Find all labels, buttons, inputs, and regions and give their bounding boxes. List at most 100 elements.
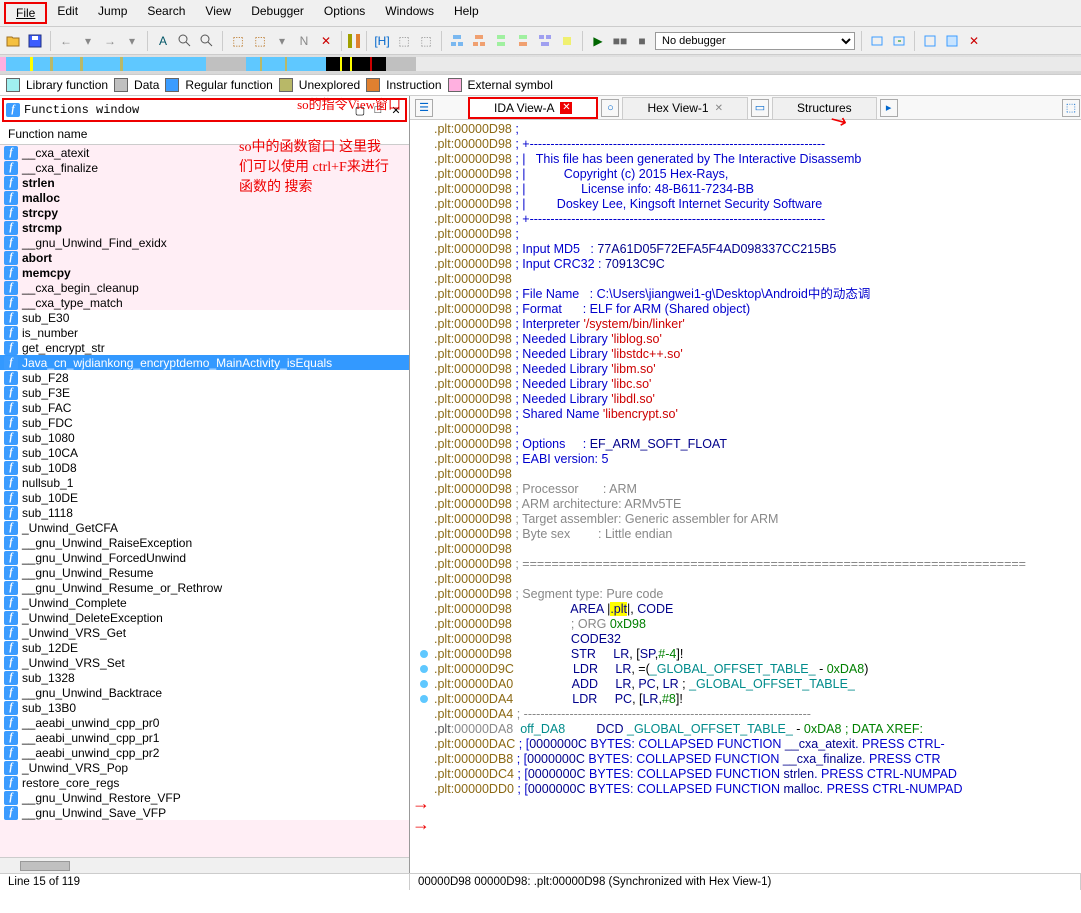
function-row[interactable]: fsub_13B0 (0, 700, 409, 715)
menu-jump[interactable]: Jump (88, 2, 137, 24)
back-drop-button[interactable]: ▾ (79, 32, 97, 50)
graph5-icon[interactable] (536, 32, 554, 50)
window2-icon[interactable] (943, 32, 961, 50)
disasm-line[interactable]: .plt:00000D98 ; (414, 122, 1077, 137)
pause-button[interactable]: ■■ (611, 32, 629, 50)
disasm-line[interactable]: .plt:00000D98 ; | Doskey Lee, Kingsoft I… (414, 197, 1077, 212)
tab-struct-icon[interactable]: ▭ (751, 99, 769, 117)
disasm-line[interactable]: .plt:00000DAC ; [0000000C BYTES: COLLAPS… (414, 737, 1077, 752)
disasm-line[interactable]: .plt:00000D98 ; (414, 227, 1077, 242)
disasm-line[interactable]: .plt:00000D98 ; Needed Library 'liblog.s… (414, 332, 1077, 347)
function-row[interactable]: fstrcmp (0, 220, 409, 235)
disasm-line[interactable]: .plt:00000DA0 ADD LR, PC, LR ; _GLOBAL_O… (414, 677, 1077, 692)
function-row[interactable]: f__gnu_Unwind_RaiseException (0, 535, 409, 550)
function-row[interactable]: f__cxa_begin_cleanup (0, 280, 409, 295)
cross-icon[interactable]: ✕ (317, 32, 335, 50)
disasm-line[interactable]: .plt:00000D98 ; Input CRC32 : 70913C9C (414, 257, 1077, 272)
function-row[interactable]: f__cxa_finalize (0, 160, 409, 175)
function-row[interactable]: f__aeabi_unwind_cpp_pr1 (0, 730, 409, 745)
function-row[interactable]: fsub_10DE (0, 490, 409, 505)
disasm-line[interactable]: .plt:00000D98 ; Needed Library 'libm.so' (414, 362, 1077, 377)
function-row[interactable]: f__gnu_Unwind_ForcedUnwind (0, 550, 409, 565)
disasm-line[interactable]: .plt:00000D98 ; Processor : ARM (414, 482, 1077, 497)
function-row[interactable]: f_Unwind_VRS_Pop (0, 760, 409, 775)
step2-icon[interactable] (890, 32, 908, 50)
disasm-line[interactable]: .plt:00000D98 ; +-----------------------… (414, 137, 1077, 152)
disasm-line[interactable]: .plt:00000D98 ; | This file has been gen… (414, 152, 1077, 167)
dropdown-button[interactable]: ▾ (273, 32, 291, 50)
minimize-button[interactable]: ▢ (353, 103, 367, 117)
close-icon[interactable]: ✕ (560, 102, 572, 114)
function-name-column[interactable]: Function name (0, 124, 409, 145)
function-row[interactable]: f__gnu_Unwind_Save_VFP (0, 805, 409, 820)
disasm-line[interactable]: .plt:00000D98 ; File Name : C:\Users\jia… (414, 287, 1077, 302)
disasm-line[interactable]: .plt:00000D98 ; Interpreter '/system/bin… (414, 317, 1077, 332)
disasm-line[interactable]: .plt:00000D98 ; +-----------------------… (414, 212, 1077, 227)
function-row[interactable]: f_Unwind_GetCFA (0, 520, 409, 535)
disasm-line[interactable]: .plt:00000D98 AREA |.plt|, CODE (414, 602, 1077, 617)
disasm-line[interactable]: .plt:00000DD0 ; [0000000C BYTES: COLLAPS… (414, 782, 1077, 797)
function-row[interactable]: f__gnu_Unwind_Restore_VFP (0, 790, 409, 805)
segment-icon[interactable]: N (295, 32, 313, 50)
code-button[interactable]: ⬚ (229, 32, 247, 50)
tab-structures[interactable]: Structures (772, 97, 877, 119)
menu-search[interactable]: Search (137, 2, 195, 24)
close-icon[interactable]: ✕ (715, 103, 723, 114)
maximize-button[interactable]: □ (371, 103, 385, 117)
function-row[interactable]: fsub_1118 (0, 505, 409, 520)
disasm-line[interactable]: .plt:00000DB8 ; [0000000C BYTES: COLLAPS… (414, 752, 1077, 767)
function-row[interactable]: fsub_F3E (0, 385, 409, 400)
disasm-line[interactable]: .plt:00000D98 ; Input MD5 : 77A61D05F72E… (414, 242, 1077, 257)
function-row[interactable]: fmalloc (0, 190, 409, 205)
step1-icon[interactable] (868, 32, 886, 50)
disasm-line[interactable]: .plt:00000D98 (414, 467, 1077, 482)
disasm-line[interactable]: .plt:00000D98 ; Format : ELF for ARM (Sh… (414, 302, 1077, 317)
tab-ida-view[interactable]: IDA View-A✕ (468, 97, 598, 119)
function-row[interactable]: f__aeabi_unwind_cpp_pr2 (0, 745, 409, 760)
tab-hex-icon[interactable]: ○ (601, 99, 619, 117)
function-row[interactable]: f_Unwind_DeleteException (0, 610, 409, 625)
navigation-bar[interactable] (0, 55, 1081, 75)
function-row[interactable]: f_Unwind_VRS_Get (0, 625, 409, 640)
hex-icon[interactable]: [H] (373, 32, 391, 50)
disasm-view[interactable]: .plt:00000D98 ; .plt:00000D98 ; +-------… (410, 120, 1081, 873)
function-row[interactable]: fsub_F28 (0, 370, 409, 385)
save-button[interactable] (26, 32, 44, 50)
menu-windows[interactable]: Windows (375, 2, 444, 24)
function-row[interactable]: f_Unwind_VRS_Set (0, 655, 409, 670)
fwd-button[interactable]: → (101, 32, 119, 50)
disasm-line[interactable]: .plt:00000DA4 ; ------------------------… (414, 707, 1077, 722)
window1-icon[interactable] (921, 32, 939, 50)
box2-icon[interactable]: ⬚ (417, 32, 435, 50)
function-row[interactable]: fsub_E30 (0, 310, 409, 325)
menu-help[interactable]: Help (444, 2, 489, 24)
disasm-line[interactable]: .plt:00000D98 ; Options : EF_ARM_SOFT_FL… (414, 437, 1077, 452)
graph1-icon[interactable] (448, 32, 466, 50)
back-button[interactable]: ← (57, 32, 75, 50)
function-row[interactable]: fsub_1080 (0, 430, 409, 445)
function-row[interactable]: frestore_core_regs (0, 775, 409, 790)
stop-button[interactable]: ■ (633, 32, 651, 50)
function-row[interactable]: fis_number (0, 325, 409, 340)
marker1-icon[interactable] (348, 34, 352, 48)
function-row[interactable]: fsub_10D8 (0, 460, 409, 475)
disasm-line[interactable]: .plt:00000D98 ; Needed Library 'libstdc+… (414, 347, 1077, 362)
function-row[interactable]: fJava_cn_wjdiankong_encryptdemo_MainActi… (0, 355, 409, 370)
fwd-drop-button[interactable]: ▾ (123, 32, 141, 50)
graph3-icon[interactable] (492, 32, 510, 50)
disasm-line[interactable]: .plt:00000D98 (414, 572, 1077, 587)
function-row[interactable]: f__cxa_atexit (0, 145, 409, 160)
close-button[interactable]: ✕ (389, 103, 403, 117)
tab-list-icon[interactable]: ☰ (415, 99, 433, 117)
menu-view[interactable]: View (195, 2, 241, 24)
function-row[interactable]: fsub_FAC (0, 400, 409, 415)
disasm-line[interactable]: .plt:00000D98 ; | Copyright (c) 2015 Hex… (414, 167, 1077, 182)
tab-maximize-icon[interactable]: ⬚ (1062, 99, 1080, 117)
debugger-select[interactable]: No debugger (655, 32, 855, 50)
disasm-line[interactable]: .plt:00000D98 ; Shared Name 'libencrypt.… (414, 407, 1077, 422)
tab-overflow-icon[interactable]: ▸ (880, 99, 898, 117)
function-row[interactable]: fstrlen (0, 175, 409, 190)
disasm-line[interactable]: .plt:00000D98 STR LR, [SP,#-4]! (414, 647, 1077, 662)
function-row[interactable]: f__gnu_Unwind_Resume_or_Rethrow (0, 580, 409, 595)
cancel-red-icon[interactable]: ✕ (965, 32, 983, 50)
